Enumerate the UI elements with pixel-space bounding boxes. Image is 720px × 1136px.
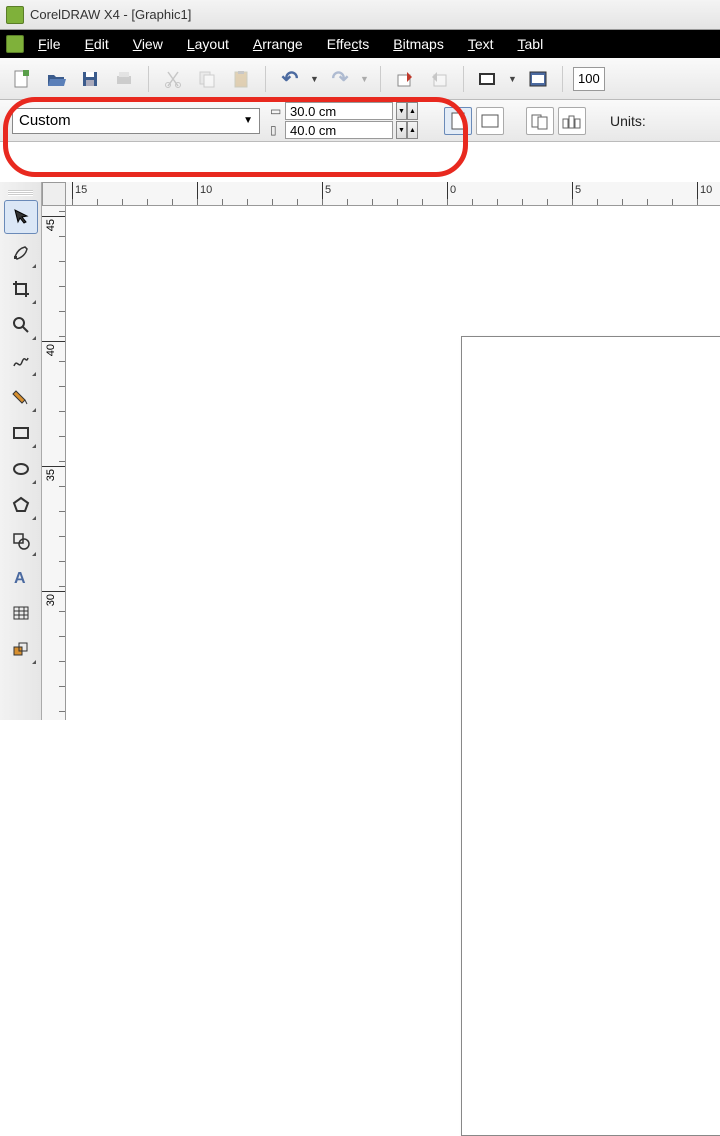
table-tool[interactable] [4,596,38,630]
menu-arrange[interactable]: Arrange [253,36,303,52]
paste-button[interactable] [227,65,255,93]
ruler-origin[interactable] [42,182,66,206]
menu-text[interactable]: Text [468,36,494,52]
menu-edit[interactable]: Edit [85,36,109,52]
undo-button[interactable]: ↶ [276,65,304,93]
open-button[interactable] [42,65,70,93]
app-launcher-dropdown[interactable]: ▼ [508,74,518,84]
page-width-input[interactable] [285,102,393,120]
toolbox-grip[interactable] [8,190,33,196]
smart-fill-tool[interactable] [4,380,38,414]
height-icon: ▯ [270,123,282,137]
all-pages-button[interactable] [526,107,554,135]
width-spinner[interactable]: ▼▲ [396,102,418,120]
new-button[interactable] [8,65,36,93]
menu-effects[interactable]: Effects [327,36,370,52]
redo-dropdown[interactable]: ▼ [360,74,370,84]
page-options-group [526,107,586,135]
units-label: Units: [610,113,646,129]
crop-tool[interactable] [4,272,38,306]
pick-tool[interactable] [4,200,38,234]
width-icon: ▭ [270,104,282,118]
rectangle-tool[interactable] [4,416,38,450]
import-button[interactable] [391,65,419,93]
basic-shapes-tool[interactable] [4,524,38,558]
canvas[interactable] [66,206,720,720]
polygon-tool[interactable] [4,488,38,522]
svg-text:A: A [14,570,26,587]
page-size-dropdown[interactable]: Custom ▼ [12,108,260,134]
zoom-input[interactable]: 100 [573,67,605,91]
cut-button[interactable] [159,65,187,93]
save-button[interactable] [76,65,104,93]
standard-toolbar: ↶ ▼ ↷ ▼ ▼ 100 [0,58,720,100]
undo-dropdown[interactable]: ▼ [310,74,320,84]
app-icon [6,6,24,24]
horizontal-ruler[interactable]: 151050510 [42,182,720,206]
redo-button[interactable]: ↷ [326,65,354,93]
freehand-tool[interactable] [4,344,38,378]
page-height-input[interactable] [285,121,393,139]
property-bar: Custom ▼ ▭ ▼▲ ▯ ▼▲ Units: [0,100,720,142]
page [461,336,720,1136]
copy-button[interactable] [193,65,221,93]
orientation-group [444,107,504,135]
menu-file[interactable]: File [38,36,61,52]
page-size-value: Custom [19,112,71,129]
titlebar: CorelDRAW X4 - [Graphic1] [0,0,720,30]
app-menu-icon[interactable] [6,35,24,53]
portrait-button[interactable] [444,107,472,135]
vertical-ruler[interactable]: 45403530 [42,206,66,720]
text-tool[interactable]: A [4,560,38,594]
chevron-down-icon: ▼ [243,115,253,126]
window-title: CorelDRAW X4 - [Graphic1] [30,7,191,22]
current-page-button[interactable] [558,107,586,135]
menu-view[interactable]: View [133,36,163,52]
welcome-button[interactable] [524,65,552,93]
landscape-button[interactable] [476,107,504,135]
shape-tool[interactable] [4,236,38,270]
ellipse-tool[interactable] [4,452,38,486]
toolbox: A [0,182,42,720]
zoom-tool[interactable] [4,308,38,342]
menu-bitmaps[interactable]: Bitmaps [393,36,444,52]
dimension-tool[interactable] [4,632,38,666]
app-launcher-button[interactable] [474,65,502,93]
menu-layout[interactable]: Layout [187,36,229,52]
height-spinner[interactable]: ▼▲ [396,121,418,139]
export-button[interactable] [425,65,453,93]
page-dimensions: ▭ ▼▲ ▯ ▼▲ [270,102,418,139]
menu-table[interactable]: Tabl [518,36,544,52]
print-button[interactable] [110,65,138,93]
menubar: File Edit View Layout Arrange Effects Bi… [0,30,720,58]
